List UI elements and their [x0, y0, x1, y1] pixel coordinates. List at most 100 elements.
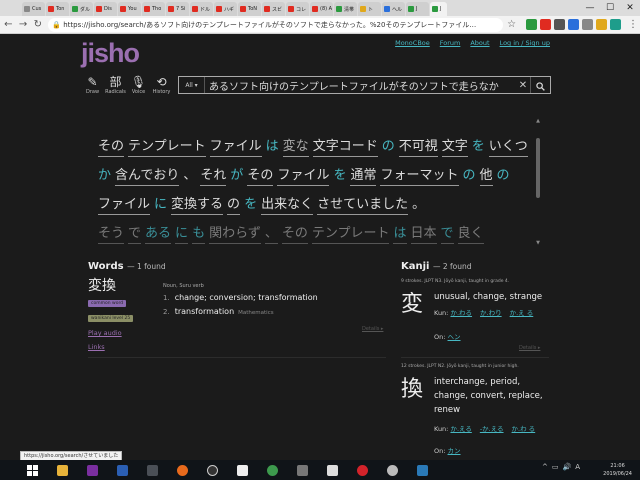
particle-token[interactable]: か	[98, 168, 111, 186]
particle-token[interactable]: の	[382, 139, 395, 157]
particle-token[interactable]: を	[244, 197, 257, 215]
word-token[interactable]: その	[281, 226, 308, 244]
forward-icon[interactable]: →	[17, 18, 30, 32]
reading-link[interactable]: か.わ る	[512, 425, 536, 433]
clear-icon[interactable]: ✕	[516, 80, 530, 91]
particle-token[interactable]: も	[192, 226, 206, 244]
particle-token[interactable]: は	[393, 226, 407, 244]
login-link[interactable]: Log in / Sign up	[500, 39, 550, 47]
chrome-icon[interactable]	[262, 460, 282, 480]
windows-start-icon[interactable]	[22, 460, 42, 480]
word-token[interactable]: の	[227, 197, 241, 215]
word-token[interactable]: ファイル	[277, 168, 330, 186]
word-token[interactable]: 通常	[350, 168, 377, 186]
reading-link[interactable]: ヘン	[448, 333, 461, 341]
word-token[interactable]: フォーマット	[380, 168, 459, 186]
browser-tab[interactable]: スビ	[262, 2, 285, 16]
particle-token[interactable]: を	[472, 139, 485, 157]
word-token[interactable]: それ	[200, 168, 227, 186]
browser-tab[interactable]: ハギ	[214, 2, 237, 16]
word-token[interactable]: 関わらず	[209, 226, 261, 244]
word-token[interactable]: 良く	[457, 226, 484, 244]
extension-icon[interactable]	[596, 19, 608, 30]
kanji-character[interactable]: 変	[401, 286, 423, 318]
word-token[interactable]: そう	[98, 226, 125, 244]
url-field[interactable]: 🔒 https://jisho.org/search/あるソフト向けのテンプレー…	[48, 17, 504, 32]
tray-chevron-icon[interactable]: ^	[542, 463, 548, 471]
document-icon[interactable]	[232, 460, 252, 480]
word-token[interactable]: させていました	[317, 197, 409, 215]
browser-tab[interactable]: Cus	[22, 2, 45, 16]
draw-tool[interactable]: ✎ Draw	[81, 75, 104, 95]
browser-tab[interactable]: You	[118, 2, 141, 16]
browser-tab[interactable]: J	[406, 2, 429, 16]
word-token[interactable]: ファイル	[98, 197, 151, 215]
radicals-tool[interactable]: 部 Radicals	[104, 75, 127, 95]
word-token[interactable]: テンプレート	[128, 139, 206, 157]
kanji-details-link[interactable]: Details ▸	[519, 345, 540, 351]
browser-tab[interactable]: 清帯	[334, 2, 357, 16]
extension-icon[interactable]	[554, 19, 566, 30]
word-token[interactable]: 文字	[441, 139, 468, 157]
nav-link-forum[interactable]: Forum	[440, 39, 461, 47]
volume-icon[interactable]: 🔊	[562, 463, 571, 471]
scroll-up-icon[interactable]: ▲	[535, 118, 541, 124]
nav-link[interactable]: MonoCBoe	[395, 39, 430, 47]
close-window-button[interactable]: ✕	[620, 0, 640, 16]
scroll-thumb[interactable]	[536, 138, 540, 198]
links-link[interactable]: Links	[88, 343, 105, 351]
extension-icon[interactable]	[582, 19, 594, 30]
search-filter-select[interactable]: All ▾	[179, 77, 205, 93]
reading-link[interactable]: カン	[448, 447, 461, 455]
reading-link[interactable]: か.わり	[480, 309, 502, 317]
word-token[interactable]: 不可視	[398, 139, 438, 157]
browser-tab-active[interactable]: J	[430, 2, 447, 16]
word-token[interactable]: ファイル	[209, 139, 262, 157]
clock[interactable]: 21:06 2019/06/24	[603, 462, 632, 478]
reading-link[interactable]: か.える	[450, 425, 471, 433]
obs-icon[interactable]	[202, 460, 222, 480]
network-icon[interactable]: ▭	[552, 463, 559, 471]
word-details-link[interactable]: Details ▸	[362, 326, 383, 332]
browser-tab[interactable]: Ton	[46, 2, 69, 16]
extension-icon[interactable]	[568, 19, 580, 30]
browser-tab[interactable]: ダル	[70, 2, 93, 16]
menu-icon[interactable]: ⋮	[626, 18, 640, 32]
extension-icon[interactable]	[610, 19, 622, 30]
browser-tab[interactable]: Tho	[142, 2, 165, 16]
word-token[interactable]: 含んでおり	[115, 168, 180, 186]
file-explorer-icon[interactable]	[52, 460, 72, 480]
reading-link[interactable]: か.え る	[510, 309, 534, 317]
sentence-scrollbar[interactable]: ▲ ▼	[535, 118, 541, 246]
firefox-icon[interactable]	[172, 460, 192, 480]
app-icon[interactable]	[292, 460, 312, 480]
word-token[interactable]: 変換する	[171, 197, 224, 215]
voice-tool[interactable]: 🎙 Voice	[127, 75, 150, 95]
browser-tab[interactable]: (8) A	[310, 2, 333, 16]
word-token[interactable]: 出来なく	[261, 197, 314, 215]
word-token[interactable]: いくつ	[488, 139, 528, 157]
reading-link[interactable]: -か.える	[480, 425, 504, 433]
extension-icon[interactable]	[540, 19, 552, 30]
word-token[interactable]: その	[98, 139, 125, 157]
nav-link-about[interactable]: About	[470, 39, 489, 47]
browser-tab[interactable]: コレ	[286, 2, 309, 16]
bookmark-star-icon[interactable]: ☆	[505, 18, 518, 32]
scroll-down-icon[interactable]: ▼	[535, 240, 541, 246]
word-icon[interactable]	[112, 460, 132, 480]
back-icon[interactable]: ←	[2, 18, 15, 32]
browser-tab[interactable]: ト	[358, 2, 381, 16]
particle-token[interactable]: ある	[145, 226, 172, 244]
browser-tab[interactable]: 7 Si	[166, 2, 189, 16]
particle-token[interactable]: を	[333, 168, 346, 186]
onenote-icon[interactable]	[82, 460, 102, 480]
maximize-button[interactable]: ☐	[600, 0, 620, 16]
app-icon[interactable]	[142, 460, 162, 480]
history-tool[interactable]: ⟲ History	[150, 75, 173, 95]
particle-token[interactable]: に	[154, 197, 167, 215]
word-token[interactable]: テンプレート	[311, 226, 390, 244]
minimize-button[interactable]: —	[580, 0, 600, 16]
reload-icon[interactable]: ↻	[31, 18, 44, 32]
ime-icon[interactable]: A	[575, 463, 580, 471]
word-token[interactable]: その	[247, 168, 274, 186]
